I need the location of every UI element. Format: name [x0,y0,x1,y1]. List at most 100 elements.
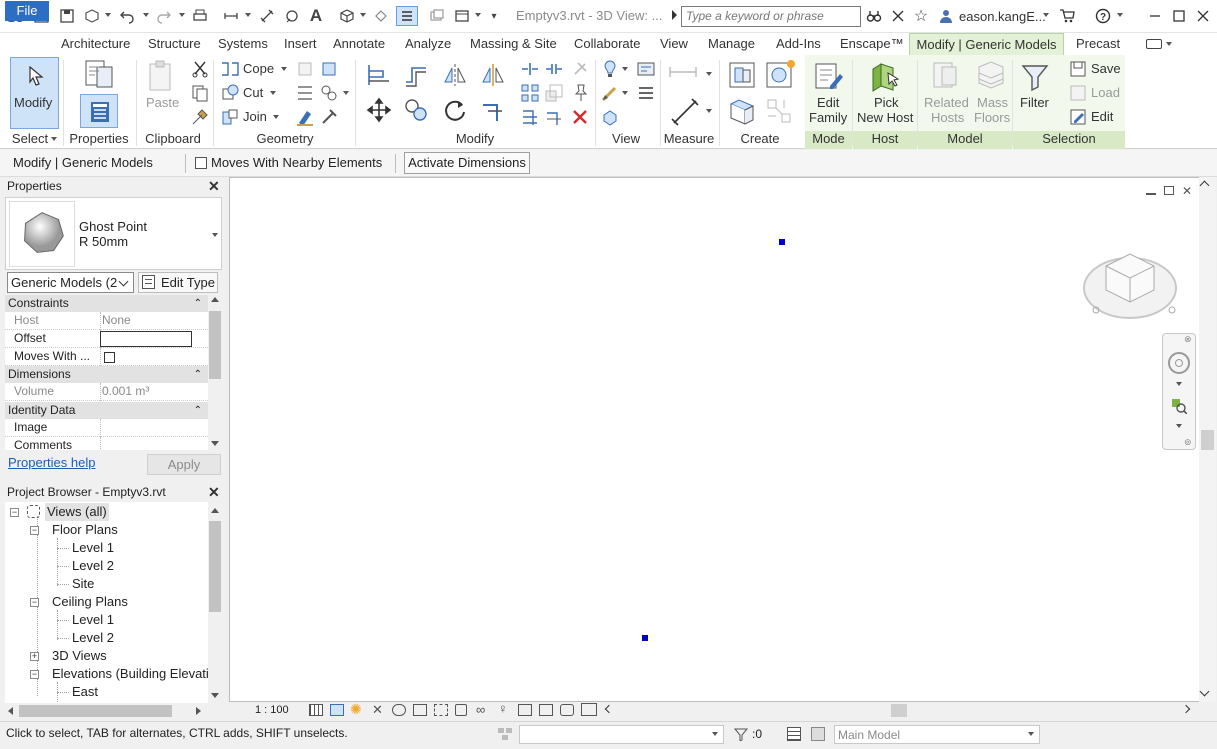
hide-isolate-icon[interactable] [600,59,620,79]
tree-elevation-east[interactable]: East [72,683,98,701]
tab-structure[interactable]: Structure [148,33,201,55]
tab-modify-generic-models[interactable]: Modify | Generic Models [909,33,1064,55]
properties-help-link[interactable]: Properties help [8,455,95,470]
workset-dropdown-icon[interactable] [712,732,718,736]
tree-ceiling-level-2[interactable]: Level 2 [72,629,114,647]
customize-toolbar-icon[interactable]: ▾ [485,8,503,24]
user-icon[interactable] [937,8,955,24]
moves-with-nearby-checkbox[interactable] [195,157,207,169]
array-icon[interactable] [520,83,540,103]
view-minimize-icon[interactable] [1146,193,1156,195]
detail-level-icon[interactable] [309,704,323,716]
3d-view-dropdown-icon[interactable] [360,13,366,17]
paint-icon[interactable] [295,107,315,127]
geometry-tool-1-icon[interactable] [295,59,315,79]
create-similar-icon[interactable] [764,96,794,126]
ribbon-display-toggle-icon[interactable] [1146,39,1162,49]
geometry-tool-2-icon[interactable] [319,59,339,79]
cart-icon[interactable] [1058,8,1076,24]
edit-selection-label[interactable]: Edit [1091,109,1113,124]
zoom-region-icon[interactable] [1171,398,1188,415]
scroll-up-icon[interactable] [211,297,219,302]
pick-new-host-label-2[interactable]: New Host [857,110,913,125]
linework-icon[interactable] [600,83,620,103]
ghost-point-marker[interactable] [642,635,648,641]
type-dropdown-icon[interactable] [212,233,218,237]
canvas-hscroll-thumb[interactable] [891,704,907,717]
project-browser-close-icon[interactable]: ✕ [208,484,220,501]
cope-label[interactable]: Cope [243,61,274,76]
steering-wheel-dropdown-icon[interactable] [1176,382,1182,386]
trim-single-icon[interactable] [544,107,564,127]
design-option-select[interactable]: Main Model [834,725,1040,744]
tree-views-all[interactable]: Views (all) [45,503,109,521]
aligned-dimension-icon[interactable] [258,8,276,24]
mirror-draw-axis-icon[interactable] [480,62,506,88]
load-selection-icon[interactable] [1068,83,1088,103]
related-hosts-icon[interactable] [930,59,962,91]
section-icon[interactable] [372,8,390,24]
properties-palette-button[interactable] [80,94,118,128]
mass-floors-icon[interactable] [975,59,1007,91]
cut-dropdown-icon[interactable] [270,91,276,95]
row-image[interactable]: Image [5,419,208,437]
panel-select[interactable]: Select [10,131,50,149]
select-dropdown-icon[interactable] [51,137,57,141]
edit-family-label-2[interactable]: Family [809,110,847,125]
help-dropdown-icon[interactable] [1117,13,1123,17]
filter-icon[interactable] [1020,62,1050,92]
scroll-up-icon[interactable] [211,508,219,513]
measure-dropdown-icon[interactable] [706,72,712,76]
worksharing-display-icon[interactable] [539,704,553,716]
tab-insert[interactable]: Insert [284,33,317,55]
project-browser-hscroll-thumb[interactable] [19,705,172,717]
worksets-icon[interactable] [497,727,513,741]
copy-icon[interactable] [190,83,210,103]
ribbon-display-dropdown-icon[interactable] [1166,42,1172,46]
active-workset-select[interactable] [519,725,724,744]
subscription-icon[interactable] [889,8,907,24]
properties-close-icon[interactable]: ✕ [208,178,220,195]
aligned-dimension-tool-icon[interactable] [670,97,700,127]
expand-search-icon[interactable] [672,10,677,20]
instance-filter-select[interactable]: Generic Models (2 [7,272,134,293]
close-icon[interactable] [1194,8,1212,24]
design-options-icon[interactable] [787,727,801,741]
temporary-hide-icon[interactable]: ∞ [476,702,485,717]
cope-dropdown-icon[interactable] [281,67,287,71]
measure-dropdown-icon[interactable] [245,13,251,17]
viewcube[interactable] [1082,244,1179,324]
tree-ceiling-plans[interactable]: Ceiling Plans [52,593,128,611]
temporary-view-properties-icon[interactable] [518,704,532,716]
selection-filter-icon[interactable] [733,727,749,742]
load-selection-label[interactable]: Load [1091,85,1120,100]
scroll-right-icon[interactable] [196,707,201,715]
moves-with-checkbox[interactable] [104,352,115,363]
view-scale[interactable]: 1 : 100 [255,704,289,716]
search-input[interactable]: Type a keyword or phrase [681,6,861,27]
tab-precast[interactable]: Precast [1076,33,1120,55]
tag-icon[interactable] [283,8,301,24]
sun-path-icon[interactable]: ✺ [350,701,362,718]
pin-icon[interactable] [570,83,590,103]
thin-lines-icon[interactable] [396,6,418,26]
nav-close-icon[interactable]: ⊗ [1184,334,1192,345]
pick-new-host-icon[interactable] [868,59,902,93]
editing-requests-icon[interactable] [811,727,825,741]
tree-3d-views[interactable]: 3D Views [52,647,107,665]
tab-enscape[interactable]: Enscape™ [840,33,904,55]
split-with-gap-icon[interactable] [544,59,564,79]
split-element-icon[interactable] [520,59,540,79]
cut-geometry-icon[interactable] [220,83,240,103]
collapse-icon[interactable]: ⌃ [194,402,202,419]
expand-collapse-icon[interactable]: − [30,598,39,607]
mass-floors-label-1[interactable]: Mass [977,95,1008,110]
filter-label[interactable]: Filter [1020,95,1049,110]
tree-floor-plan-site[interactable]: Site [72,575,94,593]
override-graphics-icon[interactable] [636,59,656,79]
save-selection-label[interactable]: Save [1091,61,1121,76]
redo-dropdown-icon[interactable] [179,13,185,17]
pick-new-host-label-1[interactable]: Pick [874,95,899,110]
paste-icon[interactable] [146,60,176,94]
related-hosts-label-2[interactable]: Hosts [931,110,964,125]
